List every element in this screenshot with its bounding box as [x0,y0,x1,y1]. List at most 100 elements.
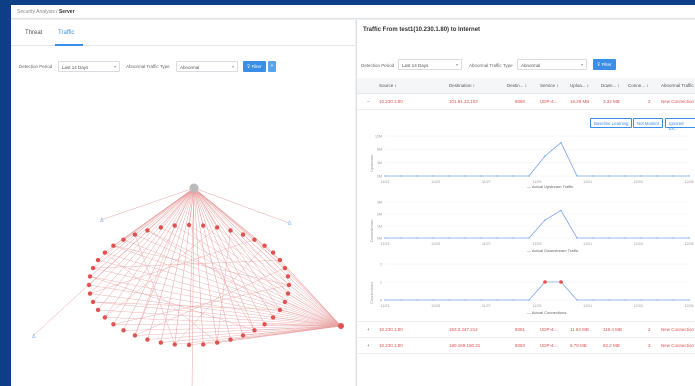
data-point [528,299,530,301]
cell-abnormal: New Connection [661,343,695,348]
data-point [416,237,418,239]
connections-chart-svg: 2 1 0 11/23 11/25 11/27 11/29 12/01 12/03 12/05 [380,262,694,308]
x-tick-label: 11/23 [381,242,390,246]
data-point [640,175,642,177]
not-monitor-button[interactable]: Not Monitor [633,118,664,128]
table-row[interactable]: + 10.230.1.80 153.3.247.214 8081 UDP-4..… [357,322,695,338]
cell-source: 10.230.1.80 [379,99,403,104]
col-upload[interactable]: Uploa... ↕ [570,83,589,88]
data-point [624,299,626,301]
data-point [512,299,514,301]
graph-node [172,342,177,347]
col-abnormal-traffic[interactable]: Abnormal Traffic [661,83,694,88]
graph-node [285,291,291,296]
baseline-learning-button[interactable]: Baseline Learning [590,118,633,128]
data-point [592,237,594,239]
row-collapse-toggle[interactable]: − [367,99,370,104]
top-bar: Security Analysis / Server [11,5,695,19]
col-connections[interactable]: Conne... ↕ [628,83,649,88]
upstream-legend: — Actual Upstream Traffic [527,184,574,189]
graph-node [87,274,93,279]
table-row[interactable]: + 10.230.1.80 180.169.150.31 8083 UDP-4.… [357,338,695,354]
graph-edge [193,187,289,294]
rp-filter-button[interactable]: ⊽ Filter [593,59,616,70]
data-point [576,299,578,301]
detection-period-select[interactable]: Last 14 Days ▾ [58,61,120,72]
graph-node [87,291,93,296]
rp-abnormal-type-value: Abnormal [521,63,541,68]
y-tick-label: 0M [377,236,382,240]
detection-period-label: Detection Period [19,64,53,69]
series-line [385,142,689,177]
data-point [656,299,658,301]
upstream-legend-label: Actual Upstream Traffic [531,184,574,189]
graph-node [228,228,233,233]
data-point [464,237,466,239]
rp-abnormal-type-select[interactable]: Abnormal ▾ [517,59,587,70]
data-point [672,299,674,301]
graph-node [252,328,257,333]
graph-edge [123,187,195,331]
rp-detection-period-select[interactable]: Last 14 Days ▾ [398,59,462,70]
data-point [496,175,498,177]
graph-node [111,322,116,327]
filter-button[interactable]: ⊽ Filter [243,61,266,72]
cell-source: 10.230.1.80 [379,343,403,348]
cell-destination: 101.91.22.103 [449,99,478,104]
data-point [464,299,466,301]
col-destination[interactable]: Destination ↕ [449,83,475,88]
col-service[interactable]: Service ↕ [540,83,559,88]
data-point [576,175,578,177]
data-point [656,237,658,239]
cell-port: 8080 [515,99,526,104]
col-download[interactable]: Down... ↕ [601,83,620,88]
upstream-chart: Upstream 12M 8M 4M 0M 11/23 11/25 11/27 11/29 12… [367,132,695,196]
rp-detection-period-value: Last 14 Days [402,63,429,68]
graph-node [186,342,192,348]
row-expand-toggle[interactable]: + [367,343,370,348]
downstream-legend-label: Actual Downstream Traffic [531,248,579,253]
col-destination-port[interactable]: Destin... ↕ [507,83,527,88]
x-tick-label: 12/03 [634,180,643,184]
data-point [672,175,674,177]
graph-node [282,299,288,305]
x-tick-label: 12/03 [634,242,643,246]
table-row[interactable]: − 10.230.1.80 101.91.22.103 8080 UDP-4..… [357,94,695,110]
cell-destination: 153.3.247.214 [449,327,478,332]
row-expand-toggle[interactable]: + [367,327,370,332]
data-point [576,237,578,239]
data-point [543,280,547,284]
chevron-down-icon: ▾ [113,64,116,69]
data-point [656,175,658,177]
data-point [400,299,402,301]
data-point [640,237,642,239]
add-filter-button[interactable]: + [268,61,276,72]
graph-node [145,228,150,233]
tab-threat[interactable]: Threat [25,30,42,36]
abnormal-type-select[interactable]: Abnormal ▾ [176,61,238,72]
graph-edge [193,187,218,228]
cell-upload: 16.29 MB [570,99,590,104]
data-point [496,237,498,239]
cell-source: 10.230.1.80 [379,327,403,332]
data-point [592,299,594,301]
downstream-y-label: Downstream [369,219,374,242]
cell-port: 8081 [515,327,526,332]
left-tabs: Threat Traffic [11,20,355,46]
x-tick-label: 12/01 [583,304,592,308]
traffic-topology-graph[interactable]: ♙♙♙♙ [11,75,355,386]
series-line [385,209,689,239]
graph-node [262,243,267,248]
rp-filter-button-label: Filter [601,62,612,67]
breadcrumb-parent[interactable]: Security Analysis [17,9,55,15]
x-tick-label: 12/05 [685,180,694,184]
connections-legend: — Actual Connections [527,310,567,315]
detection-period-value: Last 14 Days [62,65,89,70]
data-point [560,209,562,212]
graph-hub-node [189,183,199,193]
graph-node [90,299,96,305]
ignored-events-button[interactable]: Ignored Ev... [665,118,695,131]
col-source[interactable]: Source ↕ [379,83,397,88]
tab-traffic[interactable]: Traffic [58,30,74,36]
cell-connections: 2 [648,99,651,104]
